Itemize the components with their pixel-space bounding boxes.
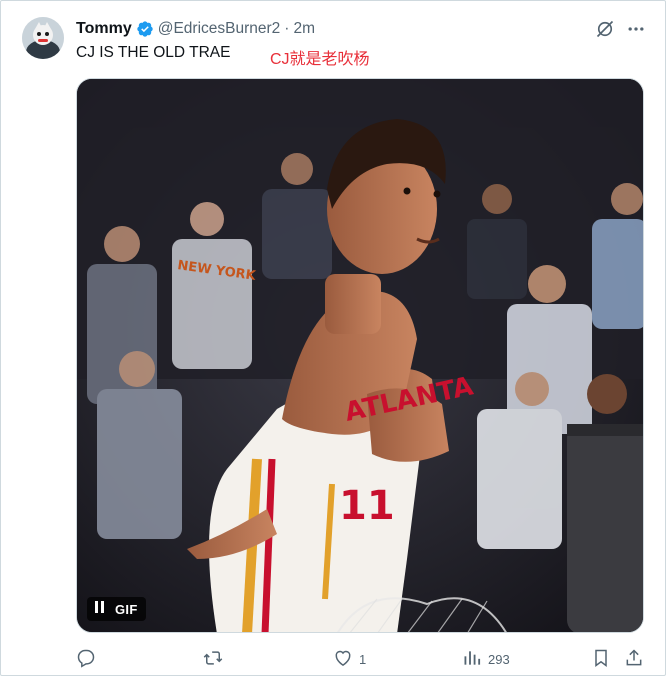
- author-handle[interactable]: @EdricesBurner2: [158, 20, 281, 38]
- separator-dot: ·: [284, 20, 290, 37]
- views-icon: [462, 648, 482, 671]
- bookmark-button[interactable]: [591, 647, 611, 671]
- verified-badge-icon: [136, 20, 154, 38]
- jersey-number: 11: [339, 483, 395, 529]
- gif-media[interactable]: ATLANTA 11 NEW YORK: [76, 78, 644, 633]
- tweet-header: Tommy @EdricesBurner2 · 2m: [76, 18, 315, 40]
- tweet-card[interactable]: Tommy @EdricesBurner2 · 2m CJ IS THE OLD…: [0, 0, 666, 676]
- like-count: 1: [359, 651, 367, 667]
- timestamp[interactable]: 2m: [293, 20, 315, 38]
- pause-icon[interactable]: [95, 600, 105, 618]
- avatar[interactable]: [22, 17, 64, 59]
- retweet-icon: [203, 648, 223, 671]
- gif-controls[interactable]: GIF: [87, 597, 146, 621]
- translation-annotation: CJ就是老吹杨: [270, 51, 370, 68]
- tweet-text: CJ IS THE OLD TRAE: [76, 44, 231, 61]
- bookmark-icon: [591, 648, 611, 671]
- action-bar: 1 293: [76, 647, 646, 671]
- share-icon: [624, 648, 644, 671]
- reply-button[interactable]: [76, 647, 102, 671]
- grok-icon[interactable]: [595, 19, 615, 39]
- retweet-button[interactable]: [203, 647, 229, 671]
- like-button[interactable]: 1: [333, 647, 366, 671]
- more-icon[interactable]: [626, 19, 646, 39]
- gif-label: GIF: [115, 601, 138, 617]
- share-button[interactable]: [624, 647, 644, 671]
- author-name[interactable]: Tommy: [76, 20, 132, 38]
- views-button[interactable]: 293: [462, 647, 510, 671]
- reply-icon: [76, 648, 96, 671]
- like-icon: [333, 648, 353, 671]
- views-count: 293: [488, 651, 510, 667]
